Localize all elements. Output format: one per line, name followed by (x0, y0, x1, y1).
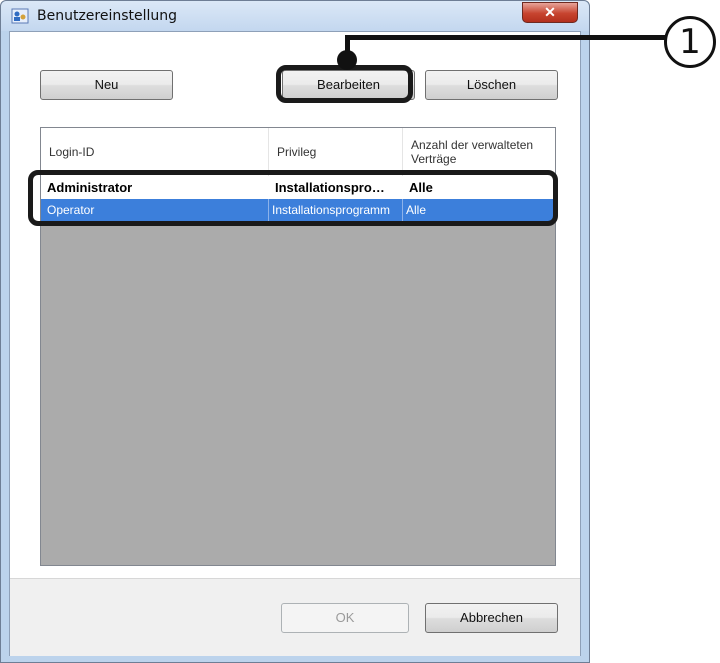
rows-highlight (28, 170, 558, 226)
column-header-privilege[interactable]: Privileg (269, 128, 403, 176)
cancel-button[interactable]: Abbrechen (425, 603, 558, 633)
column-header-login-id[interactable]: Login-ID (41, 128, 269, 176)
client-area: Neu Bearbeiten Löschen Login-ID Privileg… (9, 31, 581, 656)
dialog-footer: OK Abbrechen (10, 578, 580, 656)
edit-button-highlight (276, 65, 413, 103)
callout-number-badge: 1 (664, 16, 716, 68)
callout-leader-vertical (345, 35, 350, 57)
title-bar[interactable]: Benutzereinstellung ✕ (1, 1, 589, 31)
close-button[interactable]: ✕ (522, 2, 578, 23)
callout-leader-horizontal (345, 35, 666, 40)
close-icon: ✕ (544, 4, 556, 20)
window-title: Benutzereinstellung (37, 8, 178, 24)
user-settings-icon (11, 8, 29, 24)
column-header-contracts[interactable]: Anzahl der verwalteten Verträge (403, 128, 555, 176)
ok-button[interactable]: OK (281, 603, 409, 633)
delete-button[interactable]: Löschen (425, 70, 558, 100)
new-button[interactable]: Neu (40, 70, 173, 100)
